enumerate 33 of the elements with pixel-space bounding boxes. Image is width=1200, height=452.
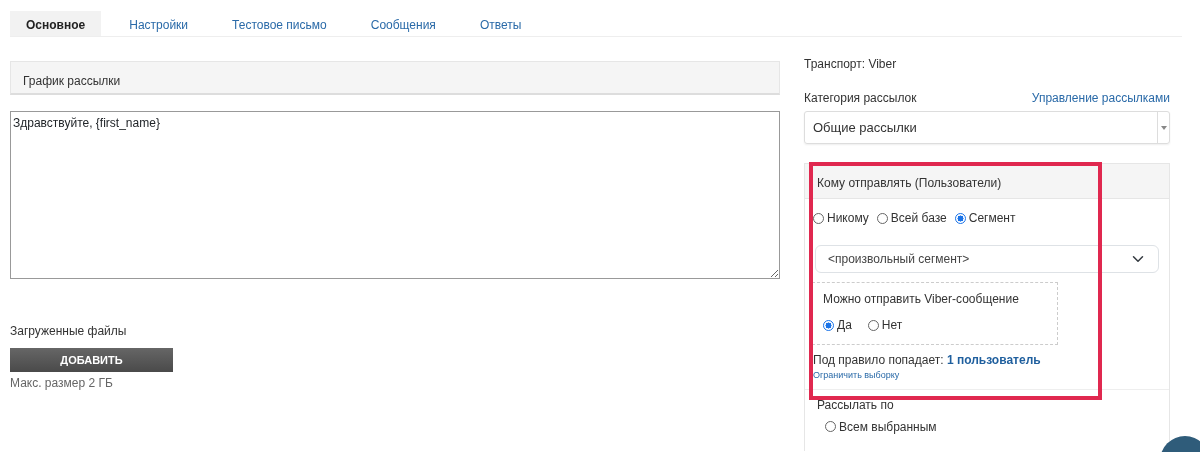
panel-header: Кому отправлять (Пользователи) (805, 164, 1169, 199)
add-button[interactable]: ДОБАВИТЬ (10, 348, 173, 372)
radio-label: Всей базе (890, 210, 947, 227)
radio-label: Да (837, 317, 852, 334)
panel-header: График рассылки (10, 61, 780, 95)
limit-link[interactable]: Ограничить выборку (813, 370, 900, 380)
radio-button[interactable] (876, 212, 888, 224)
category-label: Категория рассылок (804, 90, 917, 107)
radio-button[interactable] (813, 212, 824, 224)
category-select[interactable]: Общие рассылки (804, 111, 1170, 144)
radio-label: Нет (881, 317, 903, 334)
condition-label: Можно отправить Viber-сообщение (823, 291, 1020, 308)
radio-label: Никому (827, 210, 869, 227)
tab[interactable]: Основное (10, 11, 102, 36)
size-hint: Макс. размер 2 ГБ (10, 375, 114, 392)
tab[interactable]: Настройки (113, 11, 205, 36)
tab[interactable]: Ответы (463, 11, 538, 36)
radio-button[interactable] (825, 421, 836, 432)
caret-icon (1157, 112, 1169, 143)
radio-button[interactable] (867, 319, 879, 331)
radio-button[interactable] (954, 212, 966, 224)
files-label: Загруженные файлы (10, 323, 128, 340)
tab[interactable]: Тестовое письмо (216, 11, 343, 36)
tab[interactable]: Сообщения (354, 11, 452, 36)
transport-label: Транспорт: Viber (804, 57, 897, 71)
radio-button[interactable] (823, 319, 834, 331)
rule-text: Под правило попадает: 1 пользователь (813, 352, 1042, 369)
segment-select[interactable]: <произвольный сегмент> (815, 245, 1159, 273)
send-by-label: Рассылать по (817, 396, 895, 414)
manage-link[interactable]: Управление рассылками (1031, 89, 1170, 107)
radio-label: Всем выбранным (839, 418, 937, 436)
radio-label: Сегмент (968, 210, 1016, 227)
message-textarea[interactable]: Здравствуйте, {first_name} (10, 111, 780, 279)
